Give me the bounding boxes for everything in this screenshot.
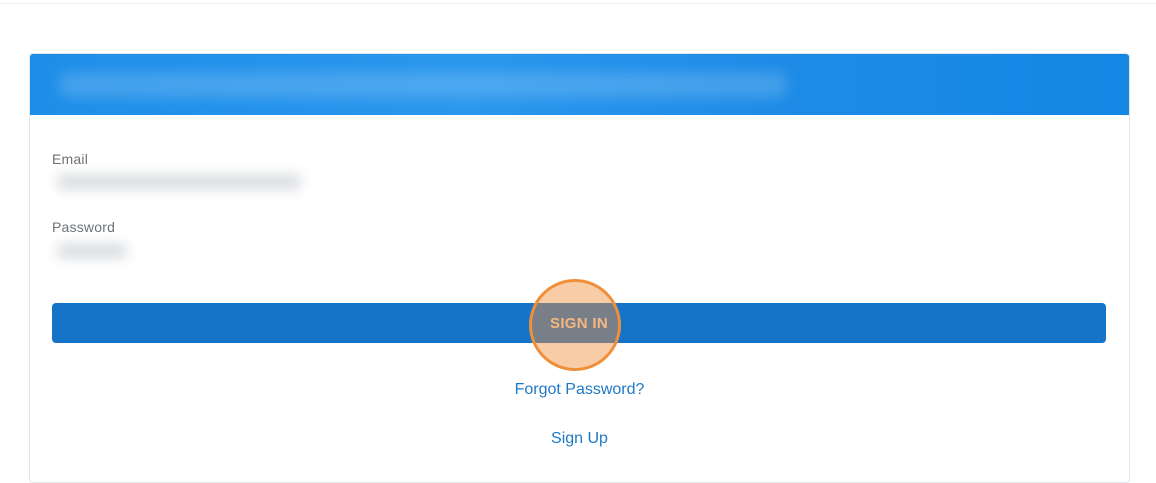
email-label: Email bbox=[52, 151, 89, 167]
password-label: Password bbox=[52, 219, 116, 235]
redacted-password-value bbox=[56, 243, 128, 259]
forgot-password-link[interactable]: Forgot Password? bbox=[30, 381, 1129, 399]
redacted-email-value bbox=[56, 174, 302, 190]
password-input[interactable] bbox=[52, 234, 1107, 264]
redacted-header-title bbox=[58, 72, 788, 98]
sign-in-button-label: SIGN IN bbox=[550, 314, 608, 332]
sign-in-button[interactable]: SIGN IN bbox=[52, 303, 1106, 343]
top-divider bbox=[0, 0, 1156, 4]
card-header bbox=[30, 54, 1129, 115]
login-card: Email Password SIGN IN Forgot Password? … bbox=[29, 53, 1130, 483]
sign-up-link[interactable]: Sign Up bbox=[30, 430, 1129, 448]
